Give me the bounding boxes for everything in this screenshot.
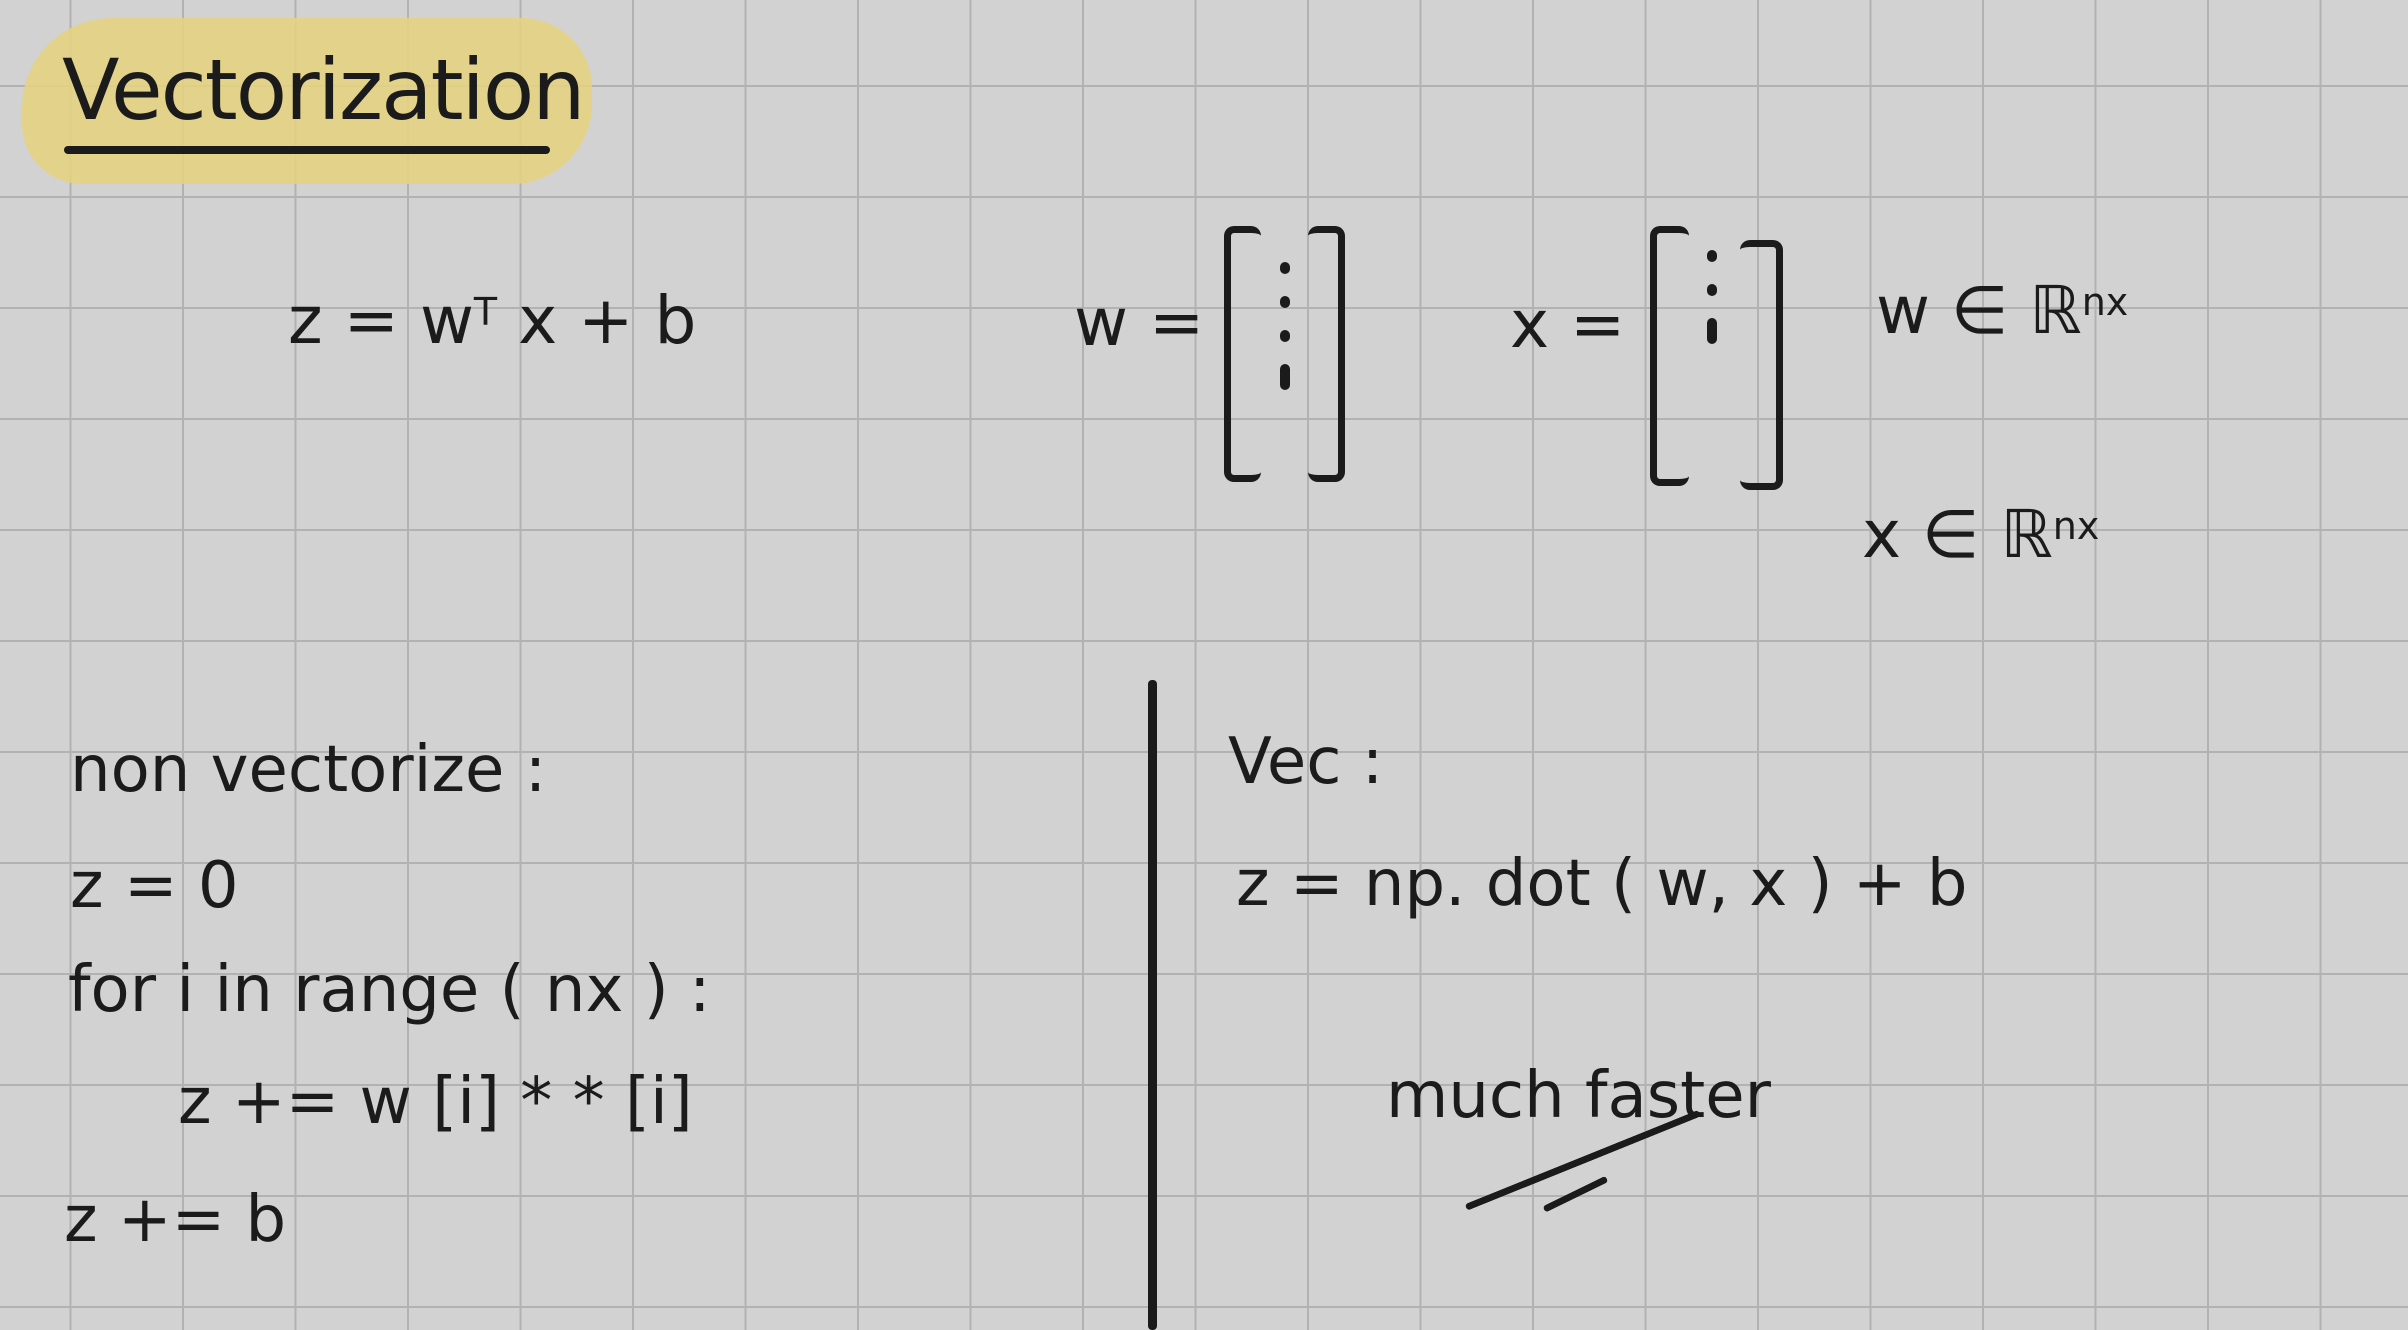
code-line: z += b	[64, 1183, 287, 1257]
vector-w-right-bracket	[1308, 226, 1345, 482]
x-domain-exponent: nx	[2052, 504, 2100, 548]
x-domain: x ∈ ℝnx	[1862, 502, 2099, 568]
vector-w-dots	[1279, 262, 1291, 390]
vector-w-dot	[1280, 364, 1290, 390]
w-domain: w ∈ ℝnx	[1876, 278, 2128, 344]
vector-x-left-bracket	[1650, 226, 1689, 486]
code-line: z += w [i] * * [i]	[178, 1065, 693, 1139]
equation-equals: =	[343, 282, 399, 359]
vector-x-label: x =	[1510, 286, 1626, 363]
vector-w-dot	[1280, 262, 1290, 274]
x-domain-text: x ∈ ℝ	[1862, 496, 2053, 573]
equation-rest: x + b	[518, 282, 697, 359]
non-vectorized-heading: non vectorize :	[70, 733, 547, 807]
code-line: for i in range ( nx ) :	[68, 953, 711, 1027]
equation-w: w	[419, 282, 474, 359]
vector-w-left-bracket	[1224, 226, 1261, 482]
vector-x-dot	[1707, 318, 1717, 344]
w-domain-exponent: nx	[2081, 280, 2129, 324]
vector-x-dot	[1707, 284, 1717, 296]
note-underline-stroke	[1542, 1175, 1609, 1213]
vector-w-dot	[1280, 330, 1290, 342]
page-title: Vectorization	[62, 41, 585, 139]
vector-x-dots	[1706, 250, 1718, 344]
vectorized-heading: Vec :	[1228, 725, 1384, 799]
vector-x-right-bracket	[1740, 240, 1783, 490]
equation-transpose: T	[473, 290, 498, 334]
vector-x-dot	[1707, 250, 1717, 262]
w-domain-text: w ∈ ℝ	[1876, 272, 2082, 349]
section-divider	[1148, 680, 1157, 1330]
vector-w-dot	[1280, 296, 1290, 308]
equation-lhs: z	[288, 282, 323, 359]
linear-equation: z = wT x + b	[288, 288, 696, 354]
code-line: z = 0	[70, 849, 239, 923]
title-underline	[64, 146, 550, 154]
vectorized-code: z = np. dot ( w, x ) + b	[1236, 847, 1968, 921]
vector-w-label: w =	[1074, 284, 1205, 361]
vectorized-note: much faster	[1386, 1059, 1771, 1133]
